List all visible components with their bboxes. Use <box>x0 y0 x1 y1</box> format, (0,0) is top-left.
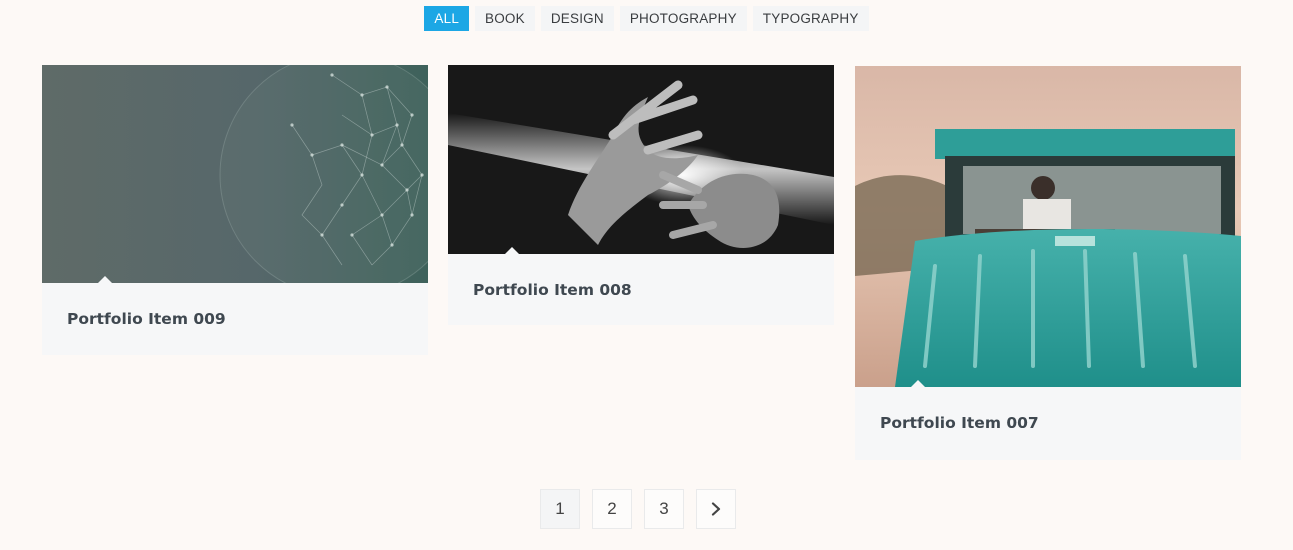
filter-all[interactable]: ALL <box>424 6 470 31</box>
portfolio-item-title[interactable]: Portfolio Item 007 <box>855 387 1241 460</box>
filter-typography[interactable]: TYPOGRAPHY <box>752 6 869 31</box>
thumbnail-notch <box>911 380 925 387</box>
portfolio-thumbnail[interactable] <box>855 66 1241 387</box>
portfolio-item-title[interactable]: Portfolio Item 008 <box>448 254 834 325</box>
portfolio-thumbnail[interactable] <box>448 65 834 254</box>
teal-vintage-car-image <box>855 66 1241 387</box>
portfolio-item-title[interactable]: Portfolio Item 009 <box>42 283 428 355</box>
filter-photography[interactable]: PHOTOGRAPHY <box>619 6 747 31</box>
page-2-button[interactable]: 2 <box>592 489 632 529</box>
hands-light-beam-image <box>448 65 834 254</box>
thumbnail-notch <box>98 276 112 283</box>
thumbnail-notch <box>505 247 519 254</box>
chevron-right-icon <box>711 502 721 516</box>
portfolio-card[interactable]: Portfolio Item 009 <box>42 65 428 355</box>
next-page-button[interactable] <box>696 489 736 529</box>
page-3-button[interactable]: 3 <box>644 489 684 529</box>
page-1-button[interactable]: 1 <box>540 489 580 529</box>
portfolio-card[interactable]: Portfolio Item 008 <box>448 65 834 325</box>
portfolio-card[interactable]: Portfolio Item 007 <box>855 66 1241 460</box>
pagination: 1 2 3 <box>540 489 736 529</box>
portfolio-thumbnail[interactable] <box>42 65 428 283</box>
filter-book[interactable]: BOOK <box>475 6 535 31</box>
filter-design[interactable]: DESIGN <box>540 6 614 31</box>
network-globe-image <box>42 65 428 283</box>
portfolio-filter-bar: ALL BOOK DESIGN PHOTOGRAPHY TYPOGRAPHY <box>0 6 1293 31</box>
